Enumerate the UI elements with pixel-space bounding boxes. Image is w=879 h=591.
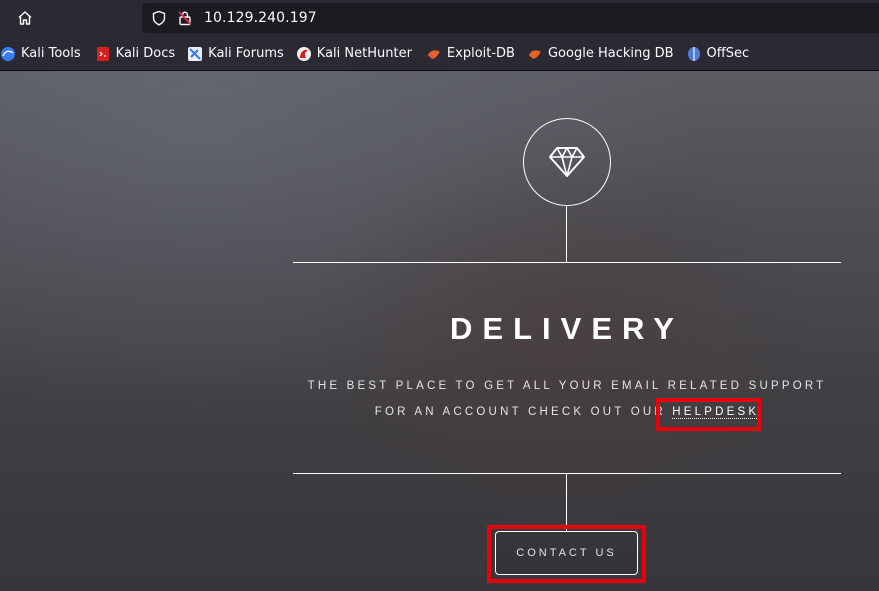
bookmark-exploit-db[interactable]: Exploit-DB: [426, 42, 521, 66]
bookmark-kali-forums[interactable]: Kali Forums: [187, 42, 290, 66]
bookmark-label: Exploit-DB: [446, 46, 515, 61]
connector-line-top: [566, 205, 567, 262]
google-hacking-db-icon: [527, 46, 543, 62]
insecure-lock-icon[interactable]: [174, 7, 196, 29]
tagline-prefix: FOR AN ACCOUNT CHECK OUT OUR: [374, 406, 673, 418]
bookmark-google-hacking-db[interactable]: Google Hacking DB: [527, 42, 680, 66]
bookmark-label: Kali Forums: [208, 46, 284, 61]
bookmark-label: Kali NetHunter: [316, 46, 412, 61]
helpdesk-highlight-box: [656, 398, 761, 431]
bookmarks-toolbar: Kali Tools Kali Docs Kali Forums Kali Ne…: [0, 37, 879, 71]
bookmark-label: Google Hacking DB: [547, 46, 674, 61]
logo-circle: [523, 118, 611, 206]
page-title: DELIVERY: [450, 311, 684, 346]
bookmark-kali-tools[interactable]: Kali Tools: [0, 42, 87, 66]
home-icon: [18, 11, 32, 25]
connector-line-bottom: [566, 474, 567, 531]
browser-toolbar: 10.129.240.197: [0, 0, 879, 37]
exploit-db-icon: [426, 46, 442, 62]
url-text[interactable]: 10.129.240.197: [204, 10, 317, 26]
shield-icon[interactable]: [148, 7, 170, 29]
home-button[interactable]: [10, 4, 40, 32]
tagline-line-1: THE BEST PLACE TO GET ALL YOUR EMAIL REL…: [307, 380, 827, 392]
offsec-icon: [686, 46, 702, 62]
kali-docs-icon: [95, 46, 111, 62]
kali-nethunter-icon: [296, 46, 312, 62]
contact-highlight-box: [487, 525, 646, 583]
divider-top: [293, 262, 841, 263]
page-content: DELIVERY THE BEST PLACE TO GET ALL YOUR …: [0, 71, 879, 591]
bookmark-label: Kali Docs: [115, 46, 176, 61]
bookmark-kali-docs[interactable]: Kali Docs: [95, 42, 182, 66]
divider-bottom: [293, 473, 841, 474]
kali-forums-icon: [187, 46, 203, 62]
url-bar[interactable]: 10.129.240.197: [142, 3, 879, 33]
diamond-icon: [549, 147, 585, 177]
bookmark-kali-nethunter[interactable]: Kali NetHunter: [296, 42, 418, 66]
kali-tools-icon: [0, 46, 16, 62]
bookmark-label: Kali Tools: [21, 46, 81, 61]
bookmark-offsec[interactable]: OffSec: [686, 42, 756, 66]
bookmark-label: OffSec: [706, 46, 750, 61]
